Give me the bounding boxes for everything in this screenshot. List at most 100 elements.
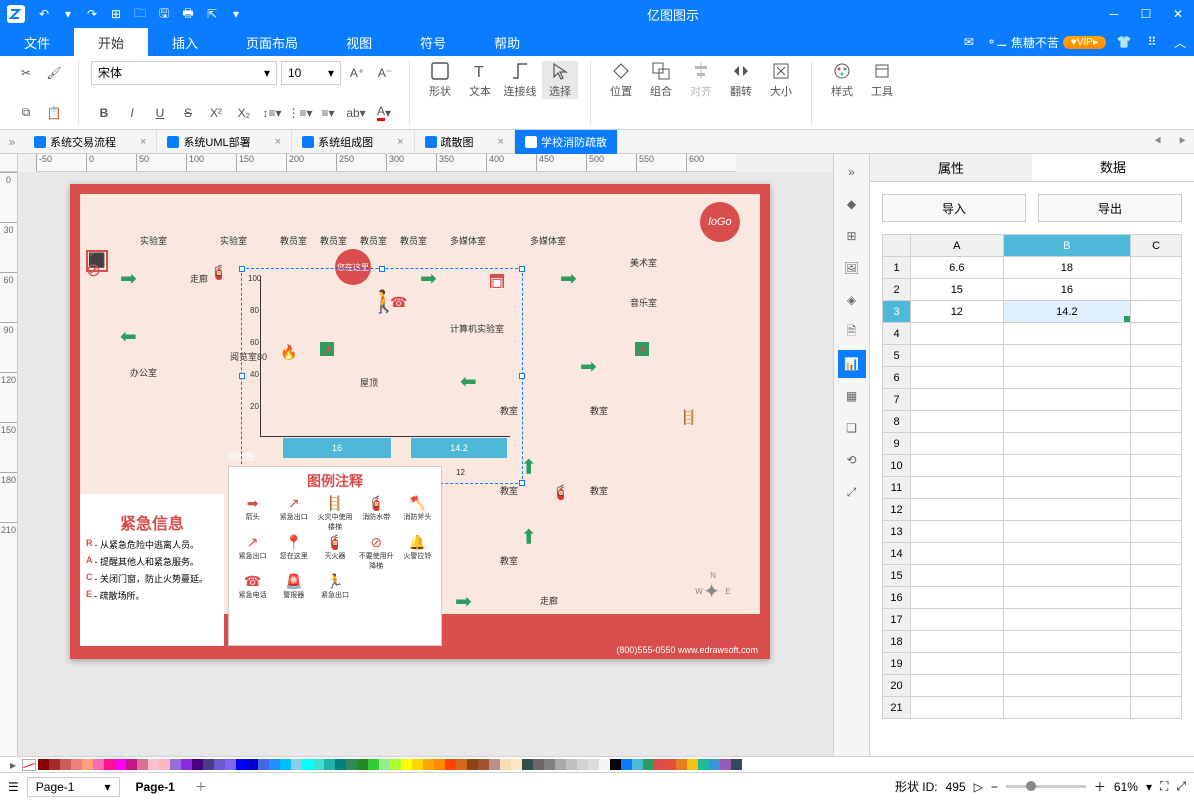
color-swatch[interactable] [236, 759, 247, 770]
color-swatch[interactable] [258, 759, 269, 770]
color-swatch[interactable] [643, 759, 654, 770]
doc-tab-3[interactable]: 疏散图× [415, 130, 515, 154]
color-swatch[interactable] [500, 759, 511, 770]
color-swatch[interactable] [159, 759, 170, 770]
color-swatch[interactable] [555, 759, 566, 770]
page-tab[interactable]: Page-1 [128, 778, 183, 796]
canvas[interactable]: loGo 实验室 实验室 教员室 教员室 教员室 教员室 多媒体室 多媒体室 美… [18, 172, 833, 756]
color-swatch[interactable] [522, 759, 533, 770]
color-swatch[interactable] [533, 759, 544, 770]
zoom-slider[interactable] [1006, 785, 1086, 788]
group-button[interactable]: 组合 [643, 61, 679, 99]
feedback-icon[interactable]: ✉ [955, 28, 983, 56]
close-tab-icon[interactable]: × [397, 136, 403, 148]
color-swatch[interactable] [225, 759, 236, 770]
color-swatch[interactable] [390, 759, 401, 770]
undo-button[interactable]: ↶ [32, 2, 56, 26]
tabs-nav-right-icon[interactable]: ⯈ [1170, 134, 1194, 149]
export-dropdown[interactable]: ▾ [224, 2, 248, 26]
zoom-out-button[interactable]: − [991, 780, 998, 794]
font-decrease-button[interactable]: A⁻ [373, 61, 397, 85]
open-button[interactable]: 🗀 [128, 2, 152, 26]
doc-tab-0[interactable]: 系统交易流程× [24, 130, 157, 154]
color-swatch[interactable] [511, 759, 522, 770]
color-swatch[interactable] [170, 759, 181, 770]
color-swatch[interactable] [126, 759, 137, 770]
color-swatch[interactable] [599, 759, 610, 770]
vip-badge[interactable]: ♥VIP▸ [1063, 36, 1106, 49]
tabs-scroll-right-icon[interactable]: » [0, 135, 24, 149]
color-swatch[interactable] [379, 759, 390, 770]
tools-button[interactable]: 工具 [864, 61, 900, 99]
color-swatch[interactable] [456, 759, 467, 770]
size-button[interactable]: 大小 [763, 61, 799, 99]
color-swatch[interactable] [203, 759, 214, 770]
color-swatch[interactable] [148, 759, 159, 770]
shape-button[interactable]: 形状 [422, 61, 458, 99]
expand-tool-icon[interactable]: ⤢ [838, 478, 866, 506]
add-page-button[interactable]: ＋ [191, 777, 211, 797]
bold-button[interactable]: B [92, 101, 116, 125]
zoom-in-button[interactable]: ＋ [1094, 778, 1106, 795]
chart-bar[interactable]: 14.2 [411, 438, 507, 458]
close-tab-icon[interactable]: × [140, 136, 146, 148]
fontcolor-button[interactable]: A▾ [372, 101, 396, 125]
color-swatch[interactable] [247, 759, 258, 770]
page-tool-icon[interactable]: 🗎 [838, 318, 866, 346]
table-tool-icon[interactable]: ▦ [838, 382, 866, 410]
doc-tab-1[interactable]: 系统UML部署× [157, 130, 292, 154]
image-tool-icon[interactable]: 🖼 [838, 254, 866, 282]
chart-tool-icon[interactable]: 📊 [838, 350, 866, 378]
color-swatch[interactable] [192, 759, 203, 770]
bullets-button[interactable]: ⋮≡▾ [288, 101, 312, 125]
new-button[interactable]: ⊞ [104, 2, 128, 26]
color-swatch[interactable] [709, 759, 720, 770]
color-swatch[interactable] [357, 759, 368, 770]
subscript-button[interactable]: X₂ [232, 101, 256, 125]
color-swatch[interactable] [687, 759, 698, 770]
select-button[interactable]: 选择 [542, 61, 578, 99]
no-color-swatch[interactable] [22, 759, 36, 771]
color-swatch[interactable] [346, 759, 357, 770]
color-swatch[interactable] [720, 759, 731, 770]
export-button[interactable]: ⇱ [200, 2, 224, 26]
menu-file[interactable]: 文件 [0, 28, 74, 56]
color-swatch[interactable] [654, 759, 665, 770]
color-swatch[interactable] [104, 759, 115, 770]
play-icon[interactable]: ▷ [974, 780, 983, 794]
fill-tool-icon[interactable]: ◆ [838, 190, 866, 218]
color-swatch[interactable] [577, 759, 588, 770]
style-button[interactable]: 样式 [824, 61, 860, 99]
export-button[interactable]: 导出 [1038, 194, 1182, 222]
color-swatch[interactable] [368, 759, 379, 770]
color-swatch[interactable] [269, 759, 280, 770]
color-swatch[interactable] [401, 759, 412, 770]
color-swatch[interactable] [445, 759, 456, 770]
text-button[interactable]: T文本 [462, 61, 498, 99]
color-swatch[interactable] [698, 759, 709, 770]
doc-tab-4[interactable]: 学校消防疏散 [515, 130, 618, 154]
close-tab-icon[interactable]: × [275, 136, 281, 148]
menu-help[interactable]: 帮助 [470, 28, 544, 56]
print-button[interactable]: 🖶 [176, 2, 200, 26]
textcase-button[interactable]: ab▾ [344, 101, 368, 125]
chart-bar[interactable]: 16 [283, 438, 391, 458]
italic-button[interactable]: I [120, 101, 144, 125]
help-tool-icon[interactable]: ❏ [838, 414, 866, 442]
color-swatch[interactable] [632, 759, 643, 770]
color-swatch[interactable] [610, 759, 621, 770]
panel-tab-properties[interactable]: 属性 [870, 154, 1032, 181]
color-swatch[interactable] [434, 759, 445, 770]
menu-view[interactable]: 视图 [322, 28, 396, 56]
color-swatch[interactable] [566, 759, 577, 770]
layers-tool-icon[interactable]: ◈ [838, 286, 866, 314]
menu-home[interactable]: 开始 [74, 28, 148, 56]
color-swatch[interactable] [82, 759, 93, 770]
color-swatch[interactable] [93, 759, 104, 770]
color-swatch[interactable] [423, 759, 434, 770]
color-swatch[interactable] [115, 759, 126, 770]
color-swatch[interactable] [489, 759, 500, 770]
color-swatch[interactable] [280, 759, 291, 770]
close-button[interactable]: ✕ [1162, 0, 1194, 28]
color-swatch[interactable] [676, 759, 687, 770]
